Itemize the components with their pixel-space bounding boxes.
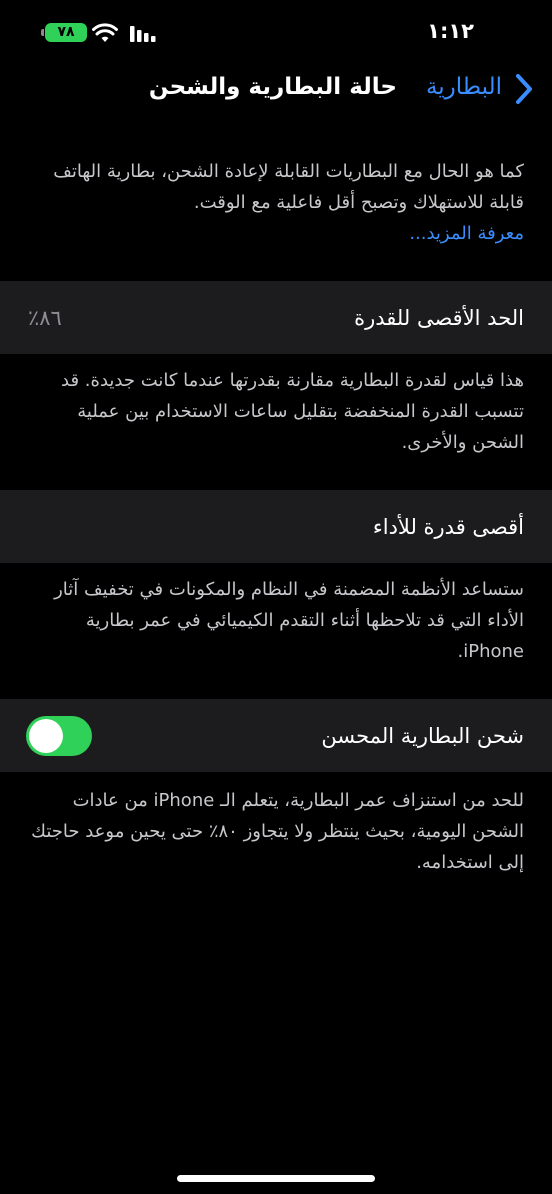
status-bar: ٧٨ ١:١٢ [0,0,552,60]
optimized-charging-toggle[interactable] [26,715,92,756]
learn-more-link[interactable]: معرفة المزيد... [40,218,524,249]
chevron-back-icon[interactable] [514,73,534,105]
maximum-capacity-label: الحد الأقصى للقدرة [354,305,524,330]
back-button[interactable]: البطارية [426,74,502,100]
maximum-capacity-value: ٨٦٪ [28,305,62,330]
wifi-icon [92,23,118,42]
cellular-signal-icon [130,26,156,42]
battery-icon: ٧٨ [41,23,87,42]
battery-level: ٧٨ [57,24,75,40]
maximum-capacity-footnote: هذا قياس لقدرة البطارية مقارنة بقدرتها ع… [61,370,524,453]
peak-performance-label: أقصى قدرة للأداء [372,514,524,539]
status-time: ١:١٢ [427,19,474,43]
optimized-charging-row: شحن البطارية المحسن [0,699,552,772]
maximum-capacity-row: الحد الأقصى للقدرة ٨٦٪ [0,281,552,354]
peak-performance-row: أقصى قدرة للأداء [0,490,552,563]
intro-text: كما هو الحال مع البطاريات القابلة لإعادة… [53,161,524,213]
navigation-bar: البطارية حالة البطارية والشحن [0,60,552,118]
home-indicator[interactable] [177,1175,375,1182]
toggle-knob [29,718,63,753]
optimized-charging-label: شحن البطارية المحسن [321,723,524,748]
page-title: حالة البطارية والشحن [148,74,397,100]
peak-performance-footnote: ستساعد الأنظمة المضمنة في النظام والمكون… [54,579,524,662]
optimized-charging-footnote: للحد من استنزاف عمر البطارية، يتعلم الـ … [31,790,524,873]
intro-description: كما هو الحال مع البطاريات القابلة لإعادة… [40,156,524,249]
